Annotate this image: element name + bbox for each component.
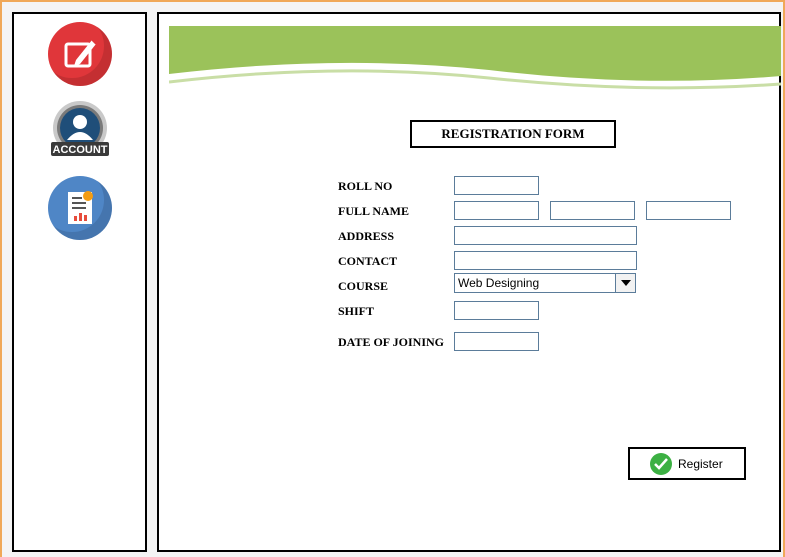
sidebar: ACCOUNT [12, 12, 147, 552]
register-label: Register [678, 456, 723, 471]
full-name-label: FULL NAME [338, 204, 410, 218]
address-label: ADDRESS [338, 229, 395, 243]
date-of-joining-input[interactable] [454, 332, 539, 351]
last-name-input[interactable] [646, 201, 731, 220]
shift-label: SHIFT [338, 304, 375, 318]
register-button[interactable]: Register [628, 447, 746, 480]
contact-input[interactable] [454, 251, 637, 270]
page-title: REGISTRATION FORM [410, 120, 616, 148]
shift-input[interactable] [454, 301, 539, 320]
middle-name-input[interactable] [550, 201, 635, 220]
first-name-input[interactable] [454, 201, 539, 220]
header-banner [169, 26, 781, 90]
course-selected-value: Web Designing [458, 276, 540, 290]
report-document-icon [68, 191, 93, 224]
edit-button[interactable] [48, 22, 112, 86]
edit-pencil-icon [64, 39, 97, 68]
report-button[interactable] [48, 176, 112, 240]
contact-label: CONTACT [338, 254, 398, 268]
account-button[interactable]: ACCOUNT [48, 100, 112, 164]
roll-no-input[interactable] [454, 176, 539, 195]
main-panel: REGISTRATION FORM ROLL NO FULL NAME ADDR… [157, 12, 781, 552]
course-select[interactable]: Web Designing [454, 273, 636, 293]
checkmark-icon [650, 452, 672, 475]
date-of-joining-label: DATE OF JOINING [338, 335, 445, 349]
address-input[interactable] [454, 226, 637, 245]
course-label: COURSE [338, 279, 389, 293]
account-label: ACCOUNT [53, 144, 108, 156]
account-user-icon: ACCOUNT [51, 101, 109, 156]
dropdown-arrow-icon[interactable] [615, 274, 635, 292]
roll-no-label: ROLL NO [338, 179, 393, 193]
